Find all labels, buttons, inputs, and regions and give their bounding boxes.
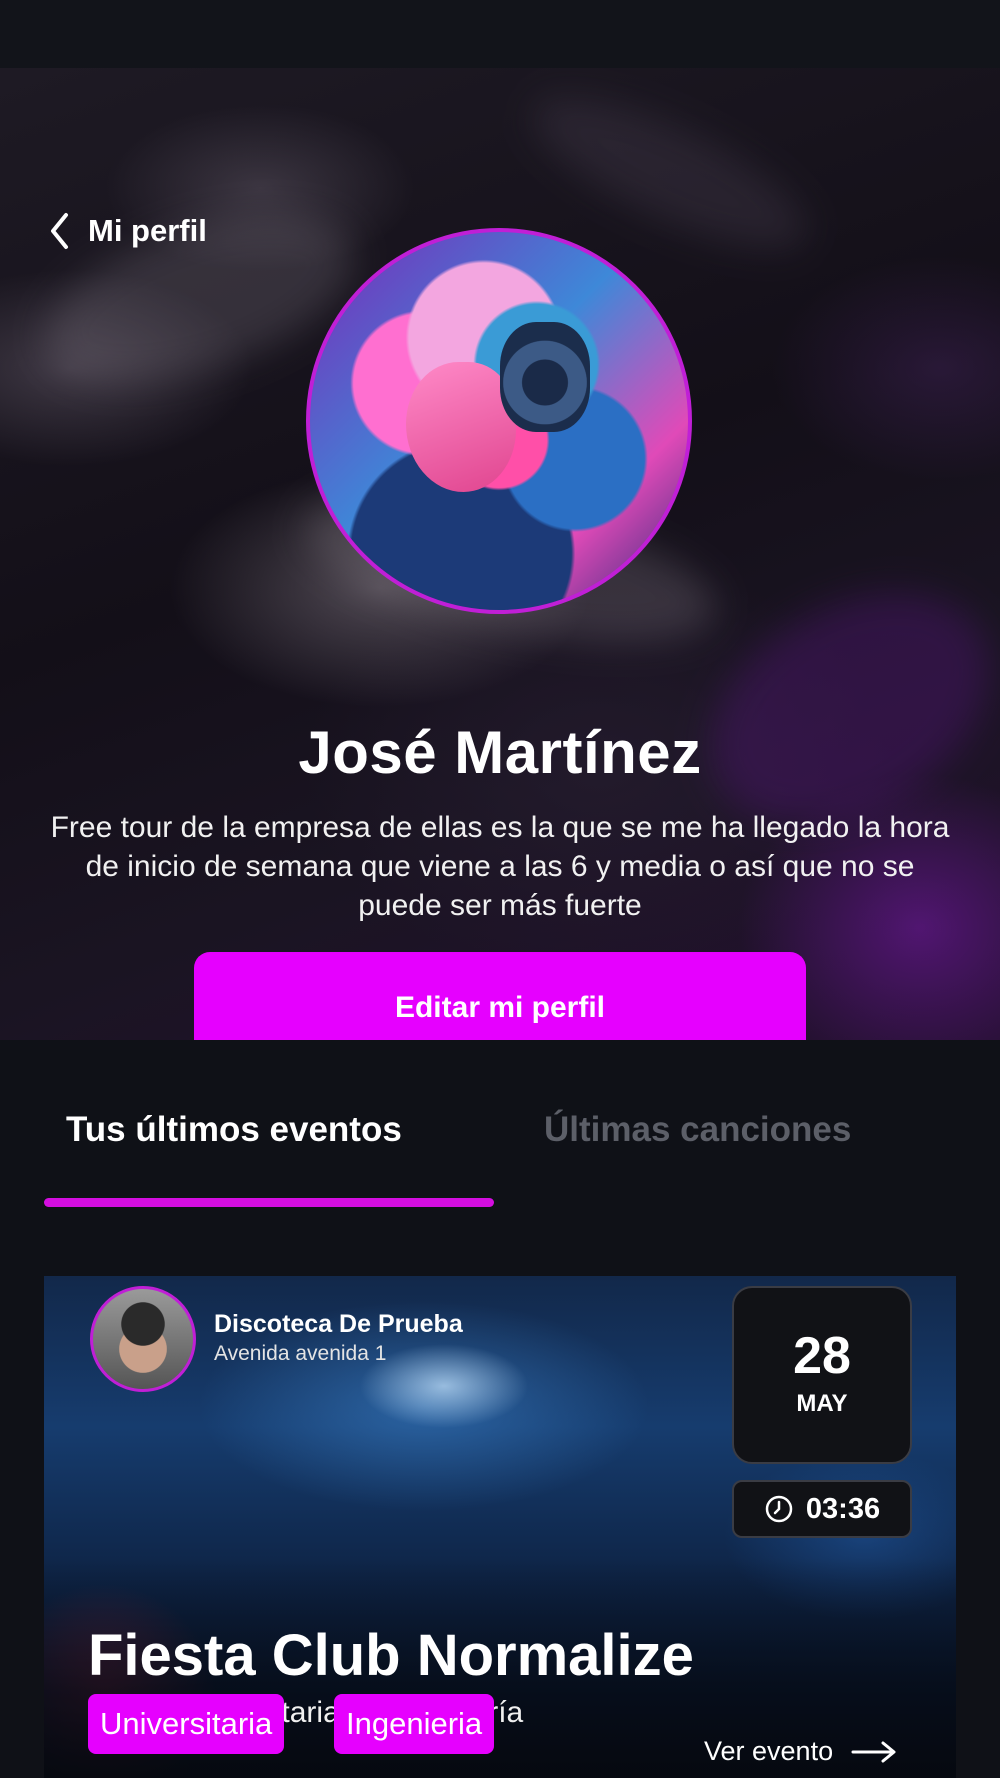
event-card[interactable]: Discoteca De Prueba Avenida avenida 1 28…	[44, 1276, 956, 1778]
event-title: Fiesta Club Normalize	[88, 1623, 694, 1688]
clock-icon	[765, 1495, 793, 1523]
back-label: Mi perfil	[88, 213, 207, 248]
profile-bio: Free tour de la empresa de ellas es la q…	[50, 811, 950, 922]
event-date-month: MAY	[796, 1390, 848, 1417]
back-button[interactable]: Mi perfil	[48, 206, 207, 256]
event-tags: Universitaria Ingenieria	[88, 1694, 588, 1754]
venue-avatar	[90, 1286, 196, 1392]
event-tag: Universitaria	[88, 1694, 285, 1754]
profile-header: Mi perfil José Martínez Free tour de la …	[0, 68, 1000, 1040]
arrow-right-icon	[851, 1741, 896, 1762]
event-time: 03:36	[805, 1492, 881, 1525]
event-date-day: 28	[793, 1327, 851, 1385]
headphones-illustration	[500, 322, 590, 432]
active-tab-indicator	[44, 1198, 494, 1207]
chevron-left-icon	[51, 213, 68, 249]
tabs: Tus últimos eventos Últimas canciones	[44, 1110, 956, 1208]
profile-name: José Martínez	[298, 719, 702, 786]
event-date-badge: 28 MAY	[732, 1286, 912, 1464]
profile-avatar	[306, 228, 692, 614]
venue-name: Discoteca De Prueba	[214, 1310, 463, 1338]
event-time-badge: 03:36	[732, 1480, 912, 1538]
see-event-link[interactable]: Ver evento	[704, 1736, 897, 1767]
tab-latest-songs[interactable]: Últimas canciones	[544, 1110, 851, 1150]
status-bar	[0, 0, 1000, 68]
event-tag: Ingenieria	[334, 1694, 495, 1754]
tab-latest-events[interactable]: Tus últimos eventos	[66, 1110, 402, 1150]
edit-profile-button[interactable]: Editar mi perfil	[194, 952, 806, 1040]
venue-address: Avenida avenida 1	[214, 1342, 387, 1365]
see-event-label: Ver evento	[704, 1736, 834, 1766]
